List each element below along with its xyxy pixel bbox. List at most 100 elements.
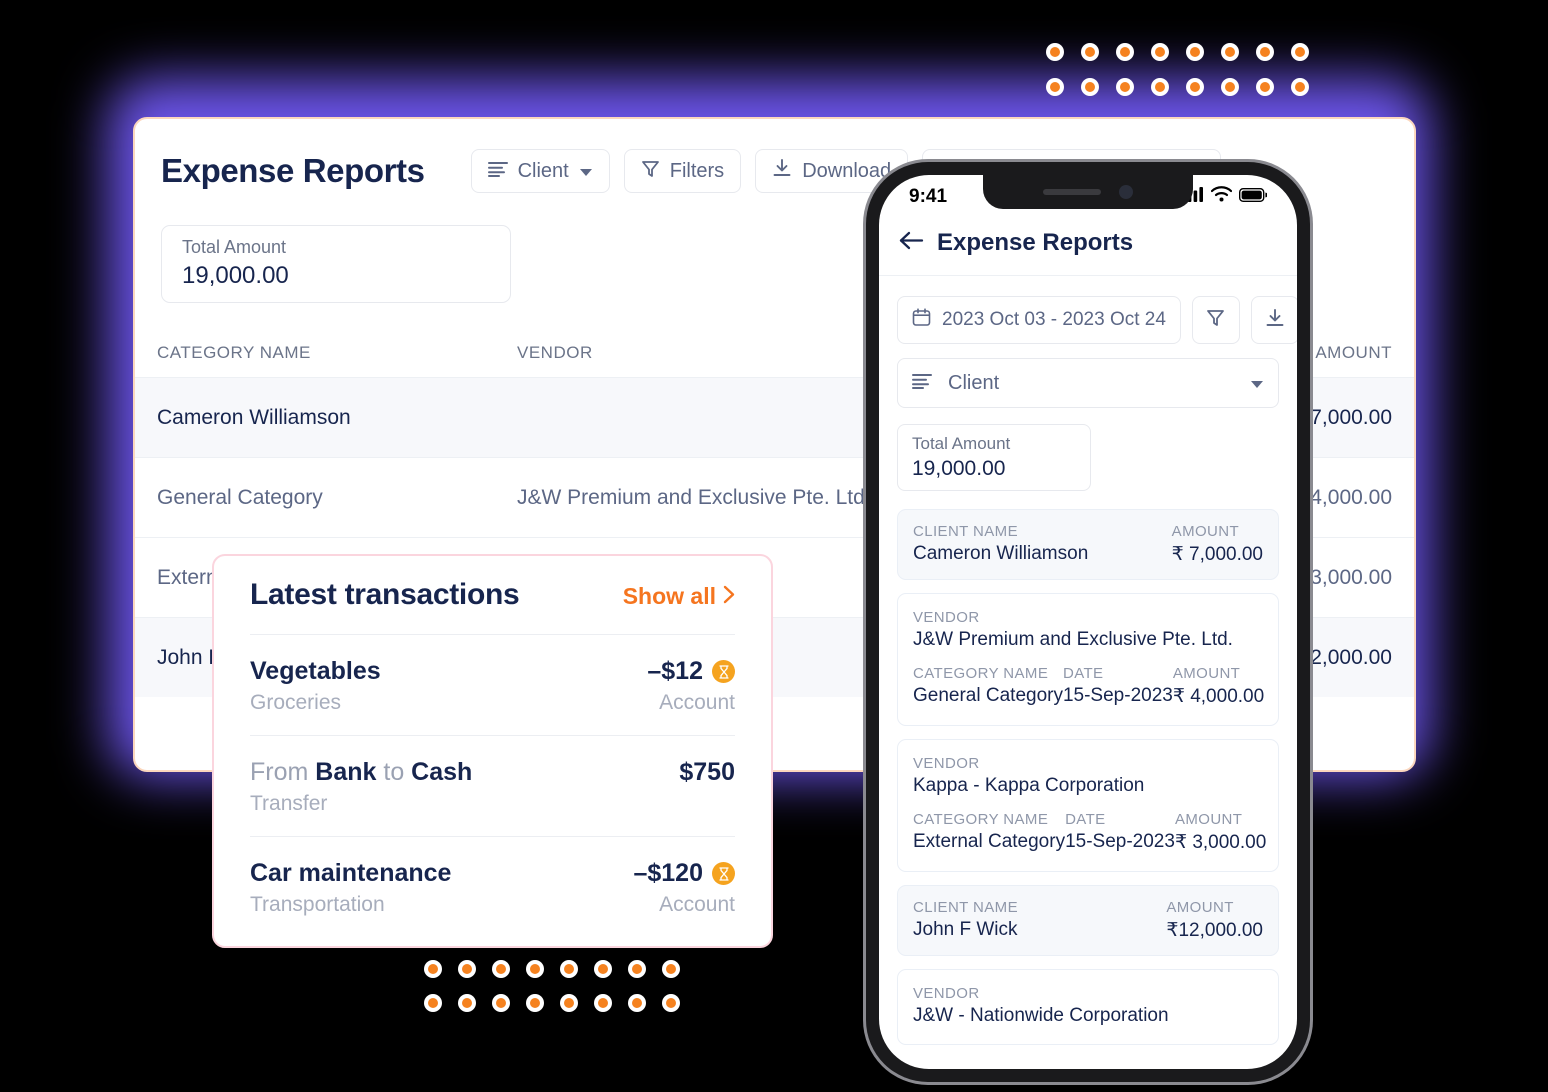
page-title: Expense Reports <box>161 152 425 189</box>
phone-total-amount-box: Total Amount 19,000.00 <box>897 424 1091 491</box>
phone-download-button[interactable] <box>1250 296 1297 344</box>
decorative-dot <box>1291 78 1309 96</box>
decorative-dot <box>1221 43 1239 61</box>
latest-transactions-card: Latest transactions Show all Vegetables –… <box>212 554 773 948</box>
decorative-dot <box>1046 78 1064 96</box>
transaction-source: Account <box>659 691 735 714</box>
decorative-dot <box>458 960 476 978</box>
transaction-source: Account <box>659 893 735 916</box>
latest-transactions-list: Vegetables –$12 Groceries Account From Bank … <box>250 634 735 937</box>
phone-group-by-select[interactable]: Client <box>897 358 1279 408</box>
latest-transactions-header: Latest transactions Show all <box>250 556 735 634</box>
decorative-dot <box>1256 43 1274 61</box>
funnel-icon <box>641 159 660 184</box>
chevron-right-icon <box>723 583 735 610</box>
sort-by-client-label: Client <box>517 159 569 182</box>
decorative-dot <box>1256 78 1274 96</box>
phone-toolbar: 2023 Oct 03 - 2023 Oct 24 <box>879 276 1297 344</box>
sort-lines-icon <box>912 372 932 395</box>
value-vendor: J&W Premium and Exclusive Pte. Ltd. <box>913 629 1233 650</box>
decorative-dot <box>1081 43 1099 61</box>
decorative-dot <box>594 994 612 1012</box>
label-client-name: CLIENT NAME <box>913 523 1018 540</box>
value-client-name: Cameron Williamson <box>913 543 1089 564</box>
decorative-dot <box>492 960 510 978</box>
phone-expense-list: CLIENT NAME Cameron Williamson AMOUNT ₹ 7,0… <box>879 491 1297 1045</box>
phone-vendor-card[interactable]: VENDOR Kappa - Kappa Corporation CATEGORY … <box>897 739 1279 872</box>
decorative-dot <box>1116 78 1134 96</box>
phone-vendor-card[interactable]: VENDOR J&W Premium and Exclusive Pte. Ltd… <box>897 593 1279 726</box>
transaction-name: Vegetables <box>250 657 381 685</box>
transaction-amount-value: –$12 <box>647 657 703 685</box>
phone-filters-button[interactable] <box>1191 296 1240 344</box>
decorative-dot <box>1046 43 1064 61</box>
decorative-dot <box>1186 78 1204 96</box>
cell-category-name: Cameron Williamson <box>157 405 351 429</box>
label-date: DATE <box>1062 665 1104 682</box>
back-arrow-icon[interactable] <box>899 231 924 255</box>
transaction-amount: –$120 <box>633 859 735 888</box>
transaction-row[interactable]: Vegetables –$12 Groceries Account <box>250 634 735 735</box>
label-amount: AMOUNT <box>1171 523 1240 540</box>
phone-mockup: 9:41 Expense Reports 2023 Oct 03 - 2023 … <box>866 162 1310 1082</box>
funnel-icon <box>1206 308 1225 332</box>
transaction-category: Groceries <box>250 691 342 714</box>
show-all-link[interactable]: Show all <box>623 583 735 610</box>
phone-select-value: Client <box>948 371 1000 394</box>
value-amount: ₹ 7,000.00 <box>1171 544 1263 565</box>
value-category-name: General Category <box>913 685 1063 706</box>
decorative-dot-grid-bottom <box>424 960 696 1028</box>
label-amount: AMOUNT <box>1174 811 1243 828</box>
decorative-dot <box>526 994 544 1012</box>
total-amount-box: Total Amount 19,000.00 <box>161 225 511 303</box>
transaction-row[interactable]: Car maintenance –$120 Transportation Accoun… <box>250 836 735 937</box>
decorative-dot <box>1081 78 1099 96</box>
download-icon <box>1265 308 1285 333</box>
phone-vendor-card[interactable]: VENDOR J&W - Nationwide Corporation <box>897 969 1279 1045</box>
sort-by-client-dropdown[interactable]: Client <box>470 149 610 193</box>
earpiece-speaker <box>1043 189 1101 195</box>
download-label: Download <box>802 159 892 182</box>
screenshot-stage: Expense Reports Client Filters Download … <box>0 0 1548 1092</box>
decorative-dot <box>628 994 646 1012</box>
download-icon <box>772 158 792 184</box>
transaction-row[interactable]: From Bank to Cash $750 Transfer <box>250 735 735 836</box>
battery-icon <box>1238 186 1268 208</box>
transaction-amount-value: $750 <box>679 758 735 786</box>
label-category-name: CATEGORY NAME <box>913 665 1049 682</box>
label-vendor: VENDOR <box>913 609 980 626</box>
show-all-label: Show all <box>622 583 716 609</box>
filters-button[interactable]: Filters <box>623 149 742 193</box>
transaction-category: Transportation <box>250 893 385 916</box>
phone-screen: 9:41 Expense Reports 2023 Oct 03 - 2023 … <box>879 175 1297 1069</box>
decorative-dot <box>1186 43 1204 61</box>
phone-date-range-picker[interactable]: 2023 Oct 03 - 2023 Oct 24 <box>897 296 1181 344</box>
wifi-icon <box>1210 186 1233 208</box>
value-amount: ₹12,000.00 <box>1166 920 1263 941</box>
decorative-dot-grid-top <box>1046 43 1326 113</box>
value-amount: ₹ 3,000.00 <box>1174 832 1267 853</box>
chevron-down-icon <box>579 160 593 183</box>
value-vendor: Kappa - Kappa Corporation <box>913 775 1145 796</box>
phone-date-range-label: 2023 Oct 03 - 2023 Oct 24 <box>942 309 1166 330</box>
decorative-dot <box>526 960 544 978</box>
decorative-dot <box>1151 78 1169 96</box>
cell-category-name: General Category <box>157 485 323 509</box>
phone-total-value: 19,000.00 <box>912 457 1006 480</box>
pending-hourglass-badge-icon <box>712 862 735 885</box>
phone-client-card[interactable]: CLIENT NAME Cameron Williamson AMOUNT ₹ 7,0… <box>897 509 1279 580</box>
decorative-dot <box>560 960 578 978</box>
decorative-dot <box>1151 43 1169 61</box>
status-time: 9:41 <box>909 186 948 207</box>
decorative-dot <box>492 994 510 1012</box>
header-category-name: CATEGORY NAME <box>157 343 311 362</box>
label-client-name: CLIENT NAME <box>913 899 1018 916</box>
decorative-dot <box>1291 43 1309 61</box>
total-amount-label: Total Amount <box>182 237 287 257</box>
chevron-down-icon <box>1250 372 1264 395</box>
sort-lines-icon <box>487 160 508 183</box>
decorative-dot <box>1221 78 1239 96</box>
status-indicators <box>1182 186 1268 208</box>
phone-client-card[interactable]: CLIENT NAME John F Wick AMOUNT ₹12,000.00 <box>897 885 1279 956</box>
phone-page-title: Expense Reports <box>937 229 1134 256</box>
